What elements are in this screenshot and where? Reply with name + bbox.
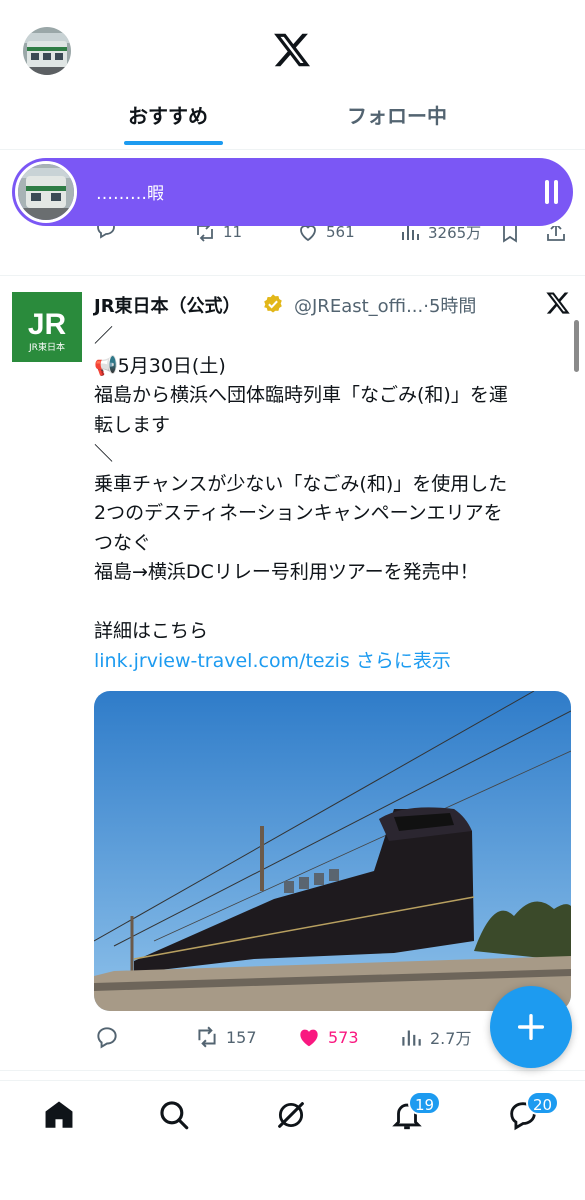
tweet-line: ＼ <box>94 443 114 465</box>
nav-search[interactable] <box>157 1098 191 1132</box>
retweet-button[interactable]: 11 <box>193 226 242 244</box>
tab-following[interactable]: フォロー中 <box>347 100 447 129</box>
views-icon <box>402 1030 421 1046</box>
tweet-photo-train[interactable] <box>94 691 571 1011</box>
x-logo-icon <box>274 33 311 67</box>
search-icon <box>160 1101 189 1130</box>
author-name[interactable]: JR東日本（公式） <box>94 292 241 318</box>
tweet-header: JR東日本（公式） @JREast_offi...·5時間 <box>94 290 574 320</box>
like-button[interactable]: 573 <box>296 1024 359 1050</box>
bookmark-icon <box>503 226 517 243</box>
jr-east-avatar[interactable]: JR JR東日本 <box>12 292 82 362</box>
tweet-line: 📢5月30日(土) <box>94 354 226 377</box>
tweet-line: 乗車チャンスが少ない「なごみ(和)」を使用した <box>94 472 508 495</box>
like-count: 573 <box>328 1027 359 1047</box>
grok-icon <box>278 1102 304 1128</box>
avatar-logo-subtext: JR東日本 <box>28 341 65 353</box>
messages-badge: 20 <box>526 1091 560 1115</box>
author-handle: @JREast_offi... <box>294 296 424 317</box>
heart-icon <box>300 226 316 242</box>
scrollbar[interactable] <box>574 320 579 372</box>
retweet-button[interactable]: 157 <box>194 1024 257 1050</box>
tweet-text: ／ 📢5月30日(土) 福島から横浜へ団体臨時列車「なごみ(和)」を運 転します… <box>94 322 574 676</box>
retweet-icon <box>198 1026 216 1048</box>
tweet-time: 5時間 <box>428 296 477 317</box>
reply-button[interactable] <box>94 1024 120 1050</box>
heart-filled-icon <box>300 1029 318 1047</box>
author-handle-and-time[interactable]: @JREast_offi...·5時間 <box>294 292 476 318</box>
reply-button[interactable] <box>94 226 118 240</box>
retweet-count: 157 <box>226 1027 257 1047</box>
tweet-line: 2つのデスティネーションキャンペーンエリアを <box>94 502 503 524</box>
active-tab-indicator <box>124 141 223 145</box>
previous-tweet-actions: 11 561 3265万 <box>0 226 585 276</box>
tweet-line: 福島から横浜へ団体臨時列車「なごみ(和)」を運 <box>94 384 508 406</box>
tweet-link-line: link.jrview-travel.com/tezis さらに表示 <box>94 647 574 677</box>
tweet-link[interactable]: link.jrview-travel.com/tezis <box>94 650 350 672</box>
space-host-avatar <box>15 161 77 223</box>
profile-avatar[interactable] <box>23 27 71 75</box>
tweet-line: 詳細はこちら <box>94 620 209 642</box>
tweet-line: ／ <box>94 325 114 347</box>
notifications-badge: 19 <box>408 1091 442 1115</box>
compose-button[interactable] <box>490 986 572 1068</box>
bookmark-button[interactable] <box>498 226 522 244</box>
home-icon <box>45 1101 73 1128</box>
like-button[interactable]: 561 <box>296 226 355 244</box>
tweet-line: 福島→横浜DCリレー号利用ツアーを発売中！ <box>94 561 479 583</box>
tweet-line: つなぐ <box>94 531 152 554</box>
show-more-link[interactable]: さらに表示 <box>356 650 451 672</box>
avatar-logo-text: JR <box>28 308 67 341</box>
share-icon <box>547 226 565 241</box>
space-title: ………暇 <box>96 184 164 204</box>
verified-badge-icon <box>264 294 282 313</box>
tab-recommended[interactable]: おすすめ <box>128 100 208 129</box>
space-banner[interactable]: ………暇 <box>12 158 573 226</box>
top-header: おすすめ フォロー中 <box>0 0 585 150</box>
reply-icon <box>97 226 115 239</box>
views-button[interactable]: 3265万 <box>398 226 481 244</box>
like-count: 561 <box>326 226 355 241</box>
view-count: 3265万 <box>428 226 482 242</box>
retweet-icon <box>197 226 213 242</box>
audio-bars-icon <box>545 180 559 204</box>
views-button[interactable]: 2.7万 <box>398 1024 471 1050</box>
tweet-line-blank <box>94 588 574 618</box>
tweet-line: 転します <box>94 413 171 436</box>
share-button[interactable] <box>544 226 568 244</box>
retweet-count: 11 <box>223 226 243 241</box>
reply-icon <box>97 1027 117 1049</box>
plus-icon <box>517 1013 545 1041</box>
view-count: 2.7万 <box>430 1029 472 1048</box>
nav-home[interactable] <box>42 1098 76 1132</box>
views-icon <box>402 226 419 240</box>
nav-grok[interactable] <box>274 1098 308 1132</box>
x-close-icon[interactable] <box>545 290 571 316</box>
feed-divider <box>0 1070 585 1071</box>
